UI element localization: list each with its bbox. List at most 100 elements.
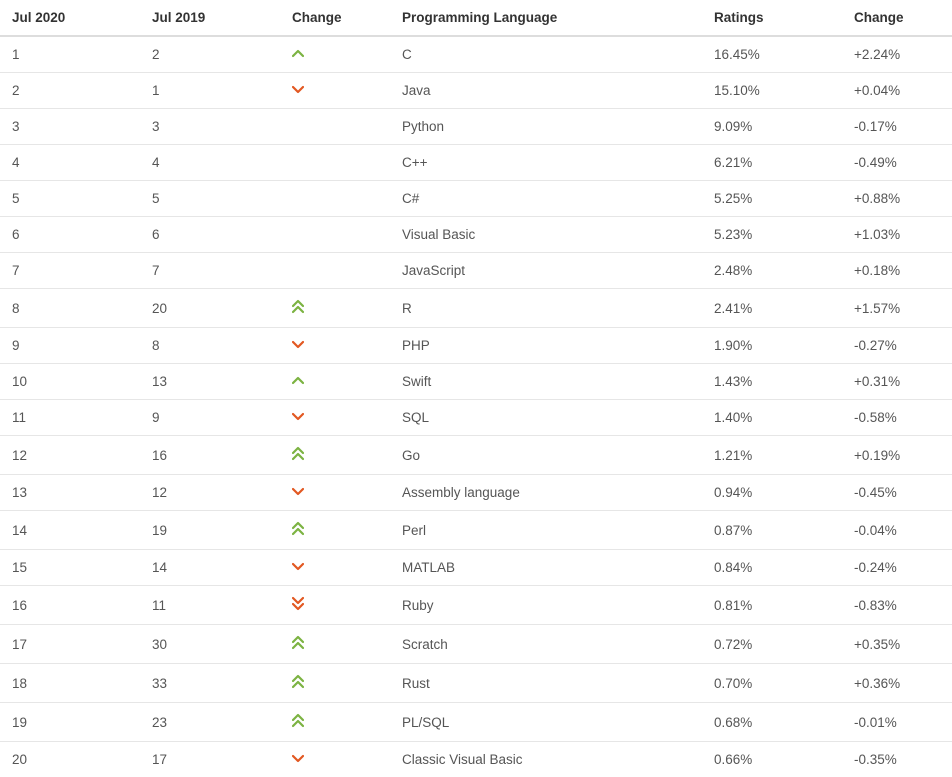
- cell-change-pct: -0.58%: [842, 400, 952, 436]
- table-row: 1312Assembly language0.94%-0.45%: [0, 475, 952, 511]
- cell-jul2020: 3: [0, 109, 140, 145]
- cell-language: SQL: [390, 400, 702, 436]
- cell-language: Classic Visual Basic: [390, 742, 702, 777]
- cell-ratings: 2.48%: [702, 253, 842, 289]
- cell-change-pct: +2.24%: [842, 36, 952, 73]
- cell-jul2020: 12: [0, 436, 140, 475]
- table-row: 12C16.45%+2.24%: [0, 36, 952, 73]
- cell-change-pct: -0.24%: [842, 550, 952, 586]
- header-change-icon: Change: [280, 0, 390, 36]
- cell-language: PL/SQL: [390, 703, 702, 742]
- cell-ratings: 0.72%: [702, 625, 842, 664]
- cell-jul2020: 14: [0, 511, 140, 550]
- cell-change-pct: -0.01%: [842, 703, 952, 742]
- cell-jul2020: 2: [0, 73, 140, 109]
- cell-jul2019: 13: [140, 364, 280, 400]
- table-row: 820R2.41%+1.57%: [0, 289, 952, 328]
- cell-jul2020: 16: [0, 586, 140, 625]
- cell-change-icon: [280, 625, 390, 664]
- cell-ratings: 1.90%: [702, 328, 842, 364]
- cell-change-icon: [280, 217, 390, 253]
- cell-jul2019: 16: [140, 436, 280, 475]
- rank-up-double-icon: [292, 521, 304, 536]
- rank-down-icon: [292, 561, 304, 572]
- cell-change-pct: -0.04%: [842, 511, 952, 550]
- cell-ratings: 5.23%: [702, 217, 842, 253]
- cell-ratings: 6.21%: [702, 145, 842, 181]
- cell-ratings: 9.09%: [702, 109, 842, 145]
- cell-ratings: 1.40%: [702, 400, 842, 436]
- cell-language: R: [390, 289, 702, 328]
- cell-change-icon: [280, 181, 390, 217]
- cell-jul2019: 33: [140, 664, 280, 703]
- table-header-row: Jul 2020 Jul 2019 Change Programming Lan…: [0, 0, 952, 36]
- cell-change-pct: +1.03%: [842, 217, 952, 253]
- rank-down-double-icon: [292, 596, 304, 611]
- cell-jul2019: 30: [140, 625, 280, 664]
- table-row: 1013Swift1.43%+0.31%: [0, 364, 952, 400]
- cell-jul2020: 10: [0, 364, 140, 400]
- cell-change-pct: +0.35%: [842, 625, 952, 664]
- cell-change-icon: [280, 328, 390, 364]
- cell-language: Visual Basic: [390, 217, 702, 253]
- cell-change-icon: [280, 550, 390, 586]
- table-row: 2017Classic Visual Basic0.66%-0.35%: [0, 742, 952, 777]
- cell-change-icon: [280, 364, 390, 400]
- table-row: 1730Scratch0.72%+0.35%: [0, 625, 952, 664]
- cell-ratings: 0.81%: [702, 586, 842, 625]
- cell-ratings: 0.66%: [702, 742, 842, 777]
- cell-jul2019: 1: [140, 73, 280, 109]
- cell-jul2019: 9: [140, 400, 280, 436]
- cell-jul2019: 17: [140, 742, 280, 777]
- cell-change-pct: +0.36%: [842, 664, 952, 703]
- cell-ratings: 15.10%: [702, 73, 842, 109]
- ranking-table: Jul 2020 Jul 2019 Change Programming Lan…: [0, 0, 952, 777]
- cell-change-pct: +0.31%: [842, 364, 952, 400]
- cell-jul2019: 20: [140, 289, 280, 328]
- cell-ratings: 0.70%: [702, 664, 842, 703]
- cell-change-icon: [280, 511, 390, 550]
- cell-language: C++: [390, 145, 702, 181]
- cell-change-icon: [280, 253, 390, 289]
- cell-jul2019: 19: [140, 511, 280, 550]
- rank-up-double-icon: [292, 674, 304, 689]
- cell-change-icon: [280, 289, 390, 328]
- cell-jul2019: 8: [140, 328, 280, 364]
- cell-language: MATLAB: [390, 550, 702, 586]
- cell-ratings: 0.84%: [702, 550, 842, 586]
- cell-jul2019: 4: [140, 145, 280, 181]
- cell-language: Assembly language: [390, 475, 702, 511]
- cell-change-icon: [280, 145, 390, 181]
- table-row: 55C#5.25%+0.88%: [0, 181, 952, 217]
- cell-language: Java: [390, 73, 702, 109]
- table-row: 44C++6.21%-0.49%: [0, 145, 952, 181]
- cell-language: Swift: [390, 364, 702, 400]
- cell-language: Python: [390, 109, 702, 145]
- cell-jul2020: 11: [0, 400, 140, 436]
- cell-language: C#: [390, 181, 702, 217]
- rank-down-icon: [292, 486, 304, 497]
- cell-change-icon: [280, 586, 390, 625]
- cell-ratings: 1.21%: [702, 436, 842, 475]
- table-row: 77JavaScript2.48%+0.18%: [0, 253, 952, 289]
- cell-jul2020: 13: [0, 475, 140, 511]
- cell-jul2020: 7: [0, 253, 140, 289]
- table-row: 66Visual Basic5.23%+1.03%: [0, 217, 952, 253]
- cell-language: Ruby: [390, 586, 702, 625]
- table-row: 1923PL/SQL0.68%-0.01%: [0, 703, 952, 742]
- cell-change-pct: +0.88%: [842, 181, 952, 217]
- cell-jul2020: 19: [0, 703, 140, 742]
- rank-up-icon: [292, 48, 304, 59]
- table-row: 1216Go1.21%+0.19%: [0, 436, 952, 475]
- table-row: 1611Ruby0.81%-0.83%: [0, 586, 952, 625]
- cell-ratings: 5.25%: [702, 181, 842, 217]
- cell-jul2020: 20: [0, 742, 140, 777]
- cell-language: PHP: [390, 328, 702, 364]
- cell-change-pct: -0.45%: [842, 475, 952, 511]
- cell-change-pct: -0.83%: [842, 586, 952, 625]
- cell-jul2020: 4: [0, 145, 140, 181]
- cell-change-icon: [280, 475, 390, 511]
- rank-up-double-icon: [292, 635, 304, 650]
- header-jul2020: Jul 2020: [0, 0, 140, 36]
- cell-change-icon: [280, 742, 390, 777]
